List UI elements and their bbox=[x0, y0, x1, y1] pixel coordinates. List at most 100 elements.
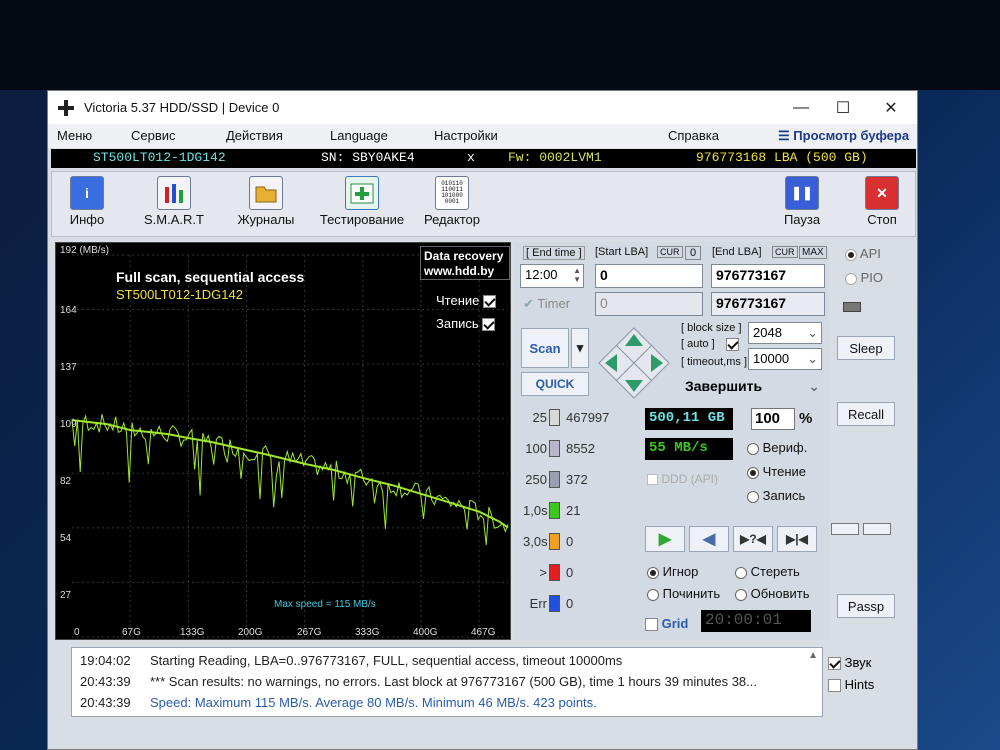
grid-option[interactable]: Grid bbox=[645, 616, 688, 632]
sound-option[interactable]: Звук bbox=[828, 655, 871, 671]
read-radio[interactable]: Чтение bbox=[747, 464, 806, 479]
read-legend[interactable]: Чтение bbox=[436, 293, 496, 309]
write-radio[interactable]: Запись bbox=[747, 488, 805, 503]
speed-display: 55 MB/s bbox=[645, 438, 733, 460]
erase-radio[interactable]: Стереть bbox=[735, 564, 800, 579]
ddd-api-option[interactable]: DDD (API) bbox=[647, 472, 718, 486]
block-size-select[interactable]: 2048 ⌄ bbox=[748, 322, 822, 344]
skip-unknown-icon[interactable]: ▶?◀ bbox=[733, 526, 773, 552]
read-radio-dot[interactable] bbox=[747, 466, 759, 479]
write-legend-checkbox[interactable] bbox=[482, 318, 496, 332]
passp-button[interactable]: Passp bbox=[837, 594, 895, 618]
erase-radio-dot[interactable] bbox=[735, 566, 747, 579]
verify-radio[interactable]: Вериф. bbox=[747, 440, 807, 455]
editor-button[interactable]: 010110 110011 101000 0001 Редактор bbox=[420, 176, 484, 227]
menu-item-language[interactable]: Language bbox=[330, 128, 388, 143]
pio-radio[interactable]: PIO bbox=[845, 270, 883, 285]
device-close-x[interactable]: x bbox=[467, 150, 475, 165]
read-legend-checkbox[interactable] bbox=[483, 295, 496, 309]
ignore-radio[interactable]: Игнор bbox=[647, 564, 698, 579]
buffer-view-menu[interactable]: ☰ Просмотр буфера bbox=[778, 128, 909, 144]
timer-check-icon[interactable]: ✔ bbox=[523, 296, 534, 311]
ddd-checkbox[interactable] bbox=[647, 474, 658, 486]
block-stat-color-swatch[interactable] bbox=[549, 409, 560, 426]
ignore-radio-dot[interactable] bbox=[647, 566, 659, 579]
maximize-button[interactable]: ☐ bbox=[820, 91, 866, 124]
stop-button[interactable]: ✕ Стоп bbox=[857, 176, 907, 227]
menu-item-actions[interactable]: Действия bbox=[226, 128, 283, 143]
testing-button[interactable]: Тестирование bbox=[316, 176, 408, 227]
to-end-icon[interactable]: ▶|◀ bbox=[777, 526, 817, 552]
extra-button-left[interactable] bbox=[831, 523, 859, 535]
pause-button[interactable]: ❚❚ Пауза bbox=[777, 176, 827, 227]
fix-radio[interactable]: Починить bbox=[647, 586, 720, 601]
block-stat-color-swatch[interactable] bbox=[549, 471, 560, 488]
logs-button[interactable]: Журналы bbox=[234, 176, 298, 227]
data-recovery-badge[interactable]: Data recovery www.hdd.by bbox=[420, 246, 510, 280]
fix-radio-dot[interactable] bbox=[647, 588, 659, 601]
log-text: Starting Reading, LBA=0..976773167, FULL… bbox=[150, 653, 623, 668]
block-stat-color-swatch[interactable] bbox=[549, 564, 560, 581]
indicator-led bbox=[843, 302, 861, 312]
auto-label: [ auto ] bbox=[681, 338, 715, 350]
block-stat-color-swatch[interactable] bbox=[549, 533, 560, 550]
api-radio[interactable]: API bbox=[845, 246, 881, 261]
refresh-label: Обновить bbox=[750, 586, 810, 601]
log-time: 20:43:39 bbox=[80, 674, 131, 689]
start-cur-button[interactable]: CUR bbox=[657, 246, 683, 258]
hints-option[interactable]: Hints bbox=[828, 677, 875, 693]
close-button[interactable]: ✕ bbox=[868, 91, 914, 124]
ddd-label: DDD (API) bbox=[661, 472, 719, 486]
block-stat-color-swatch[interactable] bbox=[549, 595, 560, 612]
timer-lba-input[interactable]: 0 bbox=[595, 292, 703, 316]
ytick: 27 bbox=[60, 590, 72, 601]
end-time-input[interactable]: 12:00 ▲ ▼ bbox=[520, 264, 584, 288]
start-zero-button[interactable]: 0 bbox=[685, 246, 702, 260]
menu-item-service[interactable]: Сервис bbox=[131, 128, 176, 143]
hints-label: Hints bbox=[844, 677, 875, 692]
refresh-radio[interactable]: Обновить bbox=[735, 586, 810, 601]
sound-checkbox[interactable] bbox=[828, 657, 841, 671]
log-time: 20:43:39 bbox=[80, 695, 131, 710]
grid-checkbox[interactable] bbox=[645, 618, 658, 632]
quick-button[interactable]: QUICK bbox=[521, 372, 589, 396]
menu-item-settings[interactable]: Настройки bbox=[434, 128, 498, 143]
block-stat-count: 21 bbox=[566, 503, 581, 518]
write-legend[interactable]: Запись bbox=[436, 316, 496, 332]
smart-button[interactable]: S.M.A.R.T bbox=[142, 176, 206, 227]
direction-pad-icon[interactable] bbox=[597, 326, 671, 400]
rewind-icon[interactable]: ◀ bbox=[689, 526, 729, 552]
log-scroll-up-icon[interactable]: ▲ bbox=[808, 650, 818, 661]
extra-button-right[interactable] bbox=[863, 523, 891, 535]
recall-button[interactable]: Recall bbox=[837, 402, 895, 426]
end-cur-button[interactable]: CUR bbox=[772, 246, 798, 258]
start-lba-input[interactable]: 0 bbox=[595, 264, 703, 288]
write-radio-dot[interactable] bbox=[747, 490, 759, 503]
menu-item-menu[interactable]: Меню bbox=[57, 128, 92, 143]
timeout-select[interactable]: 10000 ⌄ bbox=[748, 348, 822, 370]
end-lba-input[interactable]: 976773167 bbox=[711, 264, 825, 288]
desktop-top-dark bbox=[0, 0, 1000, 90]
sleep-button[interactable]: Sleep bbox=[837, 336, 895, 360]
refresh-radio-dot[interactable] bbox=[735, 588, 747, 601]
info-button[interactable]: i Инфо bbox=[62, 176, 112, 227]
timer-checkbox-row[interactable]: ✔ Timer bbox=[523, 296, 570, 312]
minimize-button[interactable]: — bbox=[778, 91, 824, 124]
end-time-spinner-icon[interactable]: ▲ ▼ bbox=[573, 266, 581, 284]
pio-radio-dot[interactable] bbox=[845, 272, 857, 285]
menu-item-help[interactable]: Справка bbox=[668, 128, 719, 143]
block-stat-color-swatch[interactable] bbox=[549, 440, 560, 457]
write-label: Запись bbox=[762, 488, 806, 503]
auto-checkbox[interactable] bbox=[726, 338, 739, 351]
finish-select[interactable]: Завершить ⌄ bbox=[681, 376, 823, 400]
hints-checkbox[interactable] bbox=[828, 679, 841, 693]
end-max-button[interactable]: MAX bbox=[799, 246, 827, 259]
timeout-chevron-icon: ⌄ bbox=[807, 351, 818, 366]
block-stat-color-swatch[interactable] bbox=[549, 502, 560, 519]
api-radio-dot[interactable] bbox=[845, 248, 857, 261]
verify-radio-dot[interactable] bbox=[747, 442, 759, 455]
scan-button[interactable]: Scan bbox=[521, 328, 569, 368]
buffer-icon: ☰ bbox=[778, 128, 790, 143]
scan-dropdown-icon[interactable]: ▾ bbox=[571, 328, 589, 368]
play-icon[interactable]: ▶ bbox=[645, 526, 685, 552]
